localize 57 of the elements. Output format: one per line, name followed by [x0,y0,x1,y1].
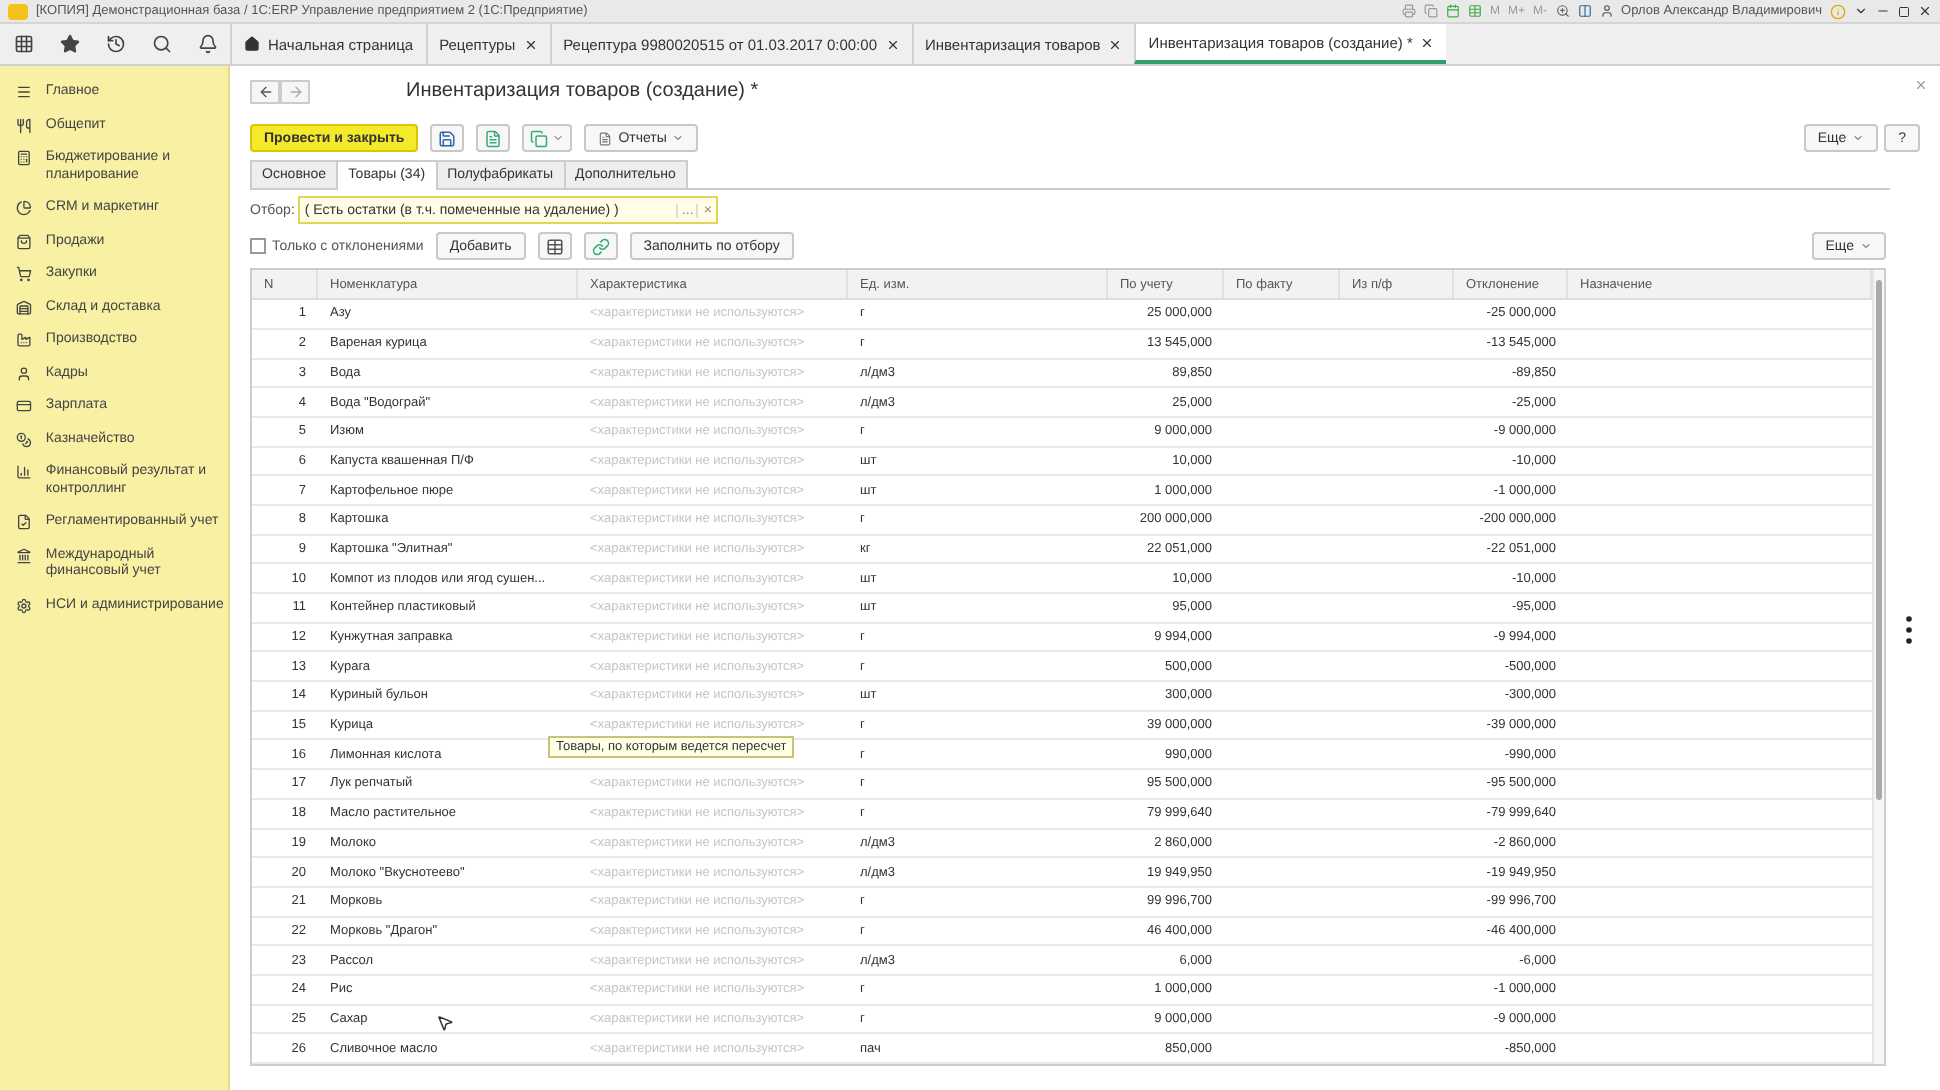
chart-icon [16,464,32,480]
caret-icon [1852,132,1865,144]
document-button[interactable] [476,124,511,153]
table-icon [545,237,564,256]
dish-icon [16,117,32,133]
home-icon [244,36,260,52]
close-icon[interactable] [1108,37,1123,51]
back-button[interactable] [250,79,280,104]
save-button[interactable] [430,124,465,153]
close-icon[interactable] [885,37,899,51]
factory-icon [16,332,32,348]
cart-icon [16,266,32,282]
arrow-left-icon [257,83,273,100]
search-icon[interactable] [151,34,171,54]
bag-icon [16,233,32,249]
warehouse-icon [16,299,32,315]
person-icon [16,365,32,381]
scrollbar[interactable] [1872,270,1884,1064]
caret-icon [1860,240,1872,253]
menu-icon [16,84,32,100]
panels-icon[interactable] [1577,4,1592,18]
document-icon [598,131,613,146]
calendar-icon[interactable] [1446,4,1460,18]
zoom-icon[interactable] [1555,4,1570,18]
caret-icon [552,132,565,145]
cursor-icon [436,1014,454,1033]
form-title: Инвентаризация товаров (создание) * [406,80,759,103]
history-icon[interactable] [105,34,125,54]
bell-icon[interactable] [197,34,217,54]
bank-icon [16,547,32,563]
calculator-icon [16,150,32,166]
card-icon [16,398,32,414]
settings-icon [16,597,32,613]
save-icon [438,129,457,148]
more-icon[interactable] [1906,616,1912,644]
checkbox[interactable] [250,238,266,255]
coin-icon [16,431,32,447]
copy-button[interactable] [522,124,573,153]
minimize-icon[interactable] [1876,4,1890,18]
link-icon [591,237,610,256]
caret-icon [672,132,685,145]
close-icon[interactable] [523,37,538,51]
caret-icon[interactable] [1854,4,1868,18]
app-logo-icon [8,3,28,19]
close-icon[interactable] [1918,4,1932,18]
user-icon [1599,4,1614,18]
pie-icon [16,200,32,216]
apps-icon[interactable] [13,34,33,54]
arrow-right-icon [287,83,303,100]
link-button[interactable] [583,232,618,261]
maximize-icon[interactable] [1898,5,1910,17]
document-icon [16,514,32,530]
star-icon[interactable] [59,34,79,54]
document-icon [484,129,503,148]
table-button[interactable] [537,232,572,261]
copy-icon [530,129,549,148]
close-icon[interactable] [1420,35,1435,49]
